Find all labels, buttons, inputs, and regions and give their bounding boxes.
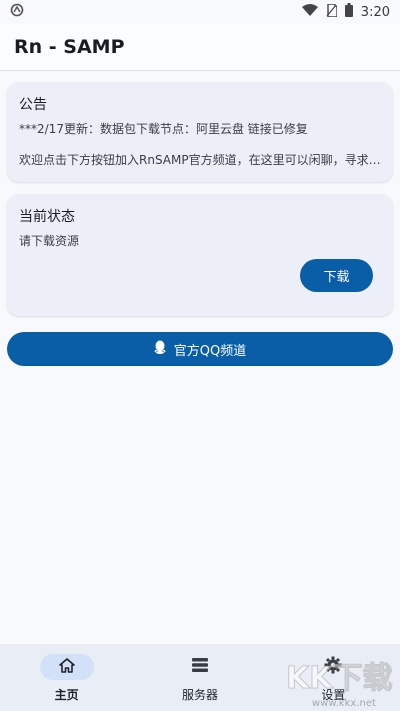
nav-label-home: 主页	[54, 688, 79, 702]
gear-icon	[324, 656, 342, 678]
notice-title: 公告	[19, 97, 47, 113]
status-bar: 3:20	[0, 0, 400, 24]
qq-penguin-icon	[154, 340, 166, 358]
qq-channel-button[interactable]: 官方QQ频道	[7, 332, 393, 366]
status-message: 请下载资源	[19, 234, 80, 248]
notice-card: 公告 ***2/17更新：数据包下载节点：阿里云盘 链接已修复 欢迎点击下方按钮…	[7, 82, 393, 182]
wifi-icon	[301, 4, 318, 20]
status-time: 3:20	[360, 4, 390, 20]
nav-item-servers[interactable]: 服务器	[133, 644, 266, 711]
app-title: Rn - SAMP	[14, 36, 125, 58]
qq-channel-label: 官方QQ频道	[173, 343, 247, 359]
battery-icon	[344, 3, 353, 21]
nav-item-settings[interactable]: 设置	[267, 644, 400, 711]
nav-label-settings: 设置	[321, 688, 346, 702]
nav-item-home[interactable]: 主页	[0, 644, 133, 711]
app-screen: 3:20 Rn - SAMP 公告 ***2/17更新：数据包下载节点：阿里云盘…	[0, 0, 400, 711]
notice-welcome-line: 欢迎点击下方按钮加入RnSAMP官方频道，在这里可以闲聊，寻求帮...	[19, 153, 381, 167]
home-icon	[58, 657, 75, 677]
notification-icon	[10, 3, 24, 21]
bottom-nav: 主页 服务器 设置	[0, 644, 400, 711]
download-button[interactable]: 下载	[300, 259, 373, 292]
notice-update-line: ***2/17更新：数据包下载节点：阿里云盘 链接已修复	[19, 122, 308, 136]
nav-label-servers: 服务器	[181, 688, 218, 702]
nav-active-indicator	[39, 654, 94, 680]
sim-icon	[326, 2, 338, 21]
status-title: 当前状态	[19, 209, 75, 225]
app-bar: Rn - SAMP	[0, 24, 400, 71]
server-list-icon	[191, 657, 209, 677]
status-card: 当前状态 请下载资源 下载	[7, 194, 393, 316]
